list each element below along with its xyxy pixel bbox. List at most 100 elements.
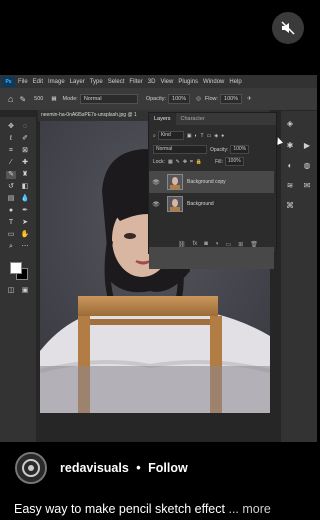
move-tool-icon[interactable]: ✥	[6, 123, 16, 131]
layers-panel-icon[interactable]: ◈	[284, 119, 296, 128]
gradient-tool-icon[interactable]: ▤	[6, 195, 16, 203]
shape-tool-icon[interactable]: ▭	[6, 231, 16, 239]
fill-select[interactable]: 100%	[224, 157, 244, 166]
type-tool-icon[interactable]: T	[6, 219, 16, 227]
layer-name[interactable]: Background	[187, 201, 214, 207]
layer-thumbnail	[167, 196, 183, 212]
flow-select[interactable]: 100%	[220, 94, 243, 104]
eyedropper-tool-icon[interactable]: ⁄	[6, 159, 16, 167]
eraser-tool-icon[interactable]: ◧	[20, 183, 30, 191]
right-panel-dock: ◈ ▶ ✱ ◐ ◍ ≋ ✉ ⌘	[281, 111, 317, 442]
photoshop-logo: Ps	[2, 76, 15, 87]
group-icon[interactable]: ▭	[226, 241, 232, 248]
menu-view[interactable]: View	[160, 79, 173, 85]
menu-filter[interactable]: Filter	[129, 79, 142, 85]
brush-settings-panel-icon[interactable]: ✱	[284, 141, 296, 150]
add-mask-icon[interactable]: ◙	[204, 241, 208, 248]
home-icon[interactable]: ⌂	[8, 94, 13, 104]
layer-thumbnail	[167, 174, 183, 190]
menu-edit[interactable]: Edit	[33, 79, 43, 85]
tab-character[interactable]: Character	[176, 113, 210, 125]
follow-button[interactable]: Follow	[148, 461, 188, 475]
layers-panel-tabs: Layers Character	[149, 113, 276, 125]
tab-layers[interactable]: Layers	[149, 113, 176, 125]
layer-name[interactable]: Background copy	[187, 179, 226, 185]
lock-row: Lock: ▦✎✥⌗🔒 Fill: 100%	[153, 157, 247, 166]
layer-row[interactable]: 👁 Background	[149, 193, 274, 215]
photoshop-window: Ps File Edit Image Layer Type Select Fil…	[0, 75, 317, 442]
hand-tool-icon[interactable]: ✋	[20, 231, 30, 239]
menu-select[interactable]: Select	[108, 79, 125, 85]
options-bar: ⌂ ✎ 500 ▦ Mode: Normal Opacity: 100% ◎ F…	[0, 88, 317, 110]
flow-label: Flow:	[204, 96, 219, 102]
brush-tool-icon[interactable]: ✎	[6, 171, 16, 179]
paths-icon[interactable]: ⌘	[284, 201, 296, 210]
adjustment-layer-icon[interactable]: ◑	[215, 241, 219, 248]
airbrush-icon[interactable]: ✈	[247, 96, 252, 102]
pressure-opacity-icon[interactable]: ◎	[196, 96, 201, 102]
layer-opacity-select[interactable]: 100%	[230, 145, 250, 154]
avatar-image	[17, 454, 45, 482]
eye-icon[interactable]: 👁	[151, 179, 161, 186]
avatar[interactable]	[15, 452, 47, 484]
zoom-tool-icon[interactable]: ⌕	[6, 243, 16, 251]
lock-icons[interactable]: ▦✎✥⌗🔒	[168, 159, 205, 165]
menu-3d[interactable]: 3D	[148, 79, 156, 85]
channels-icon[interactable]: ≋	[284, 181, 296, 190]
quick-select-icon[interactable]: ✐	[20, 135, 30, 143]
kind-filter-select[interactable]: Kind	[157, 131, 184, 140]
history-brush-icon[interactable]: ↺	[6, 183, 16, 191]
more-tools-icon[interactable]: ⋯	[20, 243, 30, 251]
brush-size-value[interactable]: 500	[34, 96, 43, 102]
tools-panel: ✥ ◌ ℓ ✐ ⌗ ⊠ ⁄ ✚ ✎ ♜ ↺ ◧ ▤ 💧 ● ✒ T ➤ ▭ ✋ …	[0, 117, 36, 442]
heal-tool-icon[interactable]: ✚	[20, 159, 30, 167]
blend-mode-select[interactable]: Normal	[153, 145, 207, 154]
menu-file[interactable]: File	[18, 79, 28, 85]
play-icon[interactable]: ▶	[301, 141, 313, 150]
link-layers-icon[interactable]: ⛓	[178, 241, 186, 248]
stamp-tool-icon[interactable]: ♜	[20, 171, 30, 179]
adjustments-icon[interactable]: ◐	[284, 161, 296, 170]
trash-icon[interactable]: 🗑	[250, 241, 258, 248]
layer-row[interactable]: 👁 Background copy	[149, 171, 274, 193]
mode-select[interactable]: Normal	[79, 94, 138, 104]
blur-tool-icon[interactable]: 💧	[20, 195, 30, 203]
username[interactable]: redavisuals	[60, 461, 129, 475]
marquee-tool-icon[interactable]: ◌	[20, 123, 30, 131]
menu-image[interactable]: Image	[48, 79, 65, 85]
filter-icons[interactable]: ▣◐T▭◈●	[187, 133, 227, 139]
caption-text: Easy way to make pencil sketch effect	[14, 502, 225, 516]
fx-icon[interactable]: fx	[193, 241, 198, 248]
separator: •	[136, 461, 141, 475]
fill-label: Fill:	[215, 158, 223, 165]
dodge-tool-icon[interactable]: ●	[6, 207, 16, 215]
opacity-select[interactable]: 100%	[168, 94, 191, 104]
brush-tool-icon[interactable]: ✎	[19, 95, 26, 104]
opacity-label: Opacity:	[145, 96, 167, 102]
lasso-tool-icon[interactable]: ℓ	[6, 135, 16, 143]
eye-icon[interactable]: 👁	[151, 201, 161, 208]
menu-window[interactable]: Window	[203, 79, 224, 85]
new-layer-icon[interactable]: ⊞	[238, 241, 243, 248]
color-panel-icon[interactable]: ◍	[301, 161, 313, 170]
foreground-color-swatch[interactable]	[10, 262, 22, 274]
kind-filter-row: ⌕ Kind ▣◐T▭◈●	[153, 131, 227, 140]
post-caption: Easy way to make pencil sketch effect ..…	[14, 502, 271, 516]
path-select-icon[interactable]: ➤	[20, 219, 30, 227]
brush-settings-icon[interactable]: ▦	[51, 96, 56, 102]
frame-tool-icon[interactable]: ⊠	[20, 147, 30, 155]
menu-type[interactable]: Type	[90, 79, 103, 85]
menu-layer[interactable]: Layer	[70, 79, 85, 85]
mute-button[interactable]	[272, 12, 304, 44]
menu-help[interactable]: Help	[229, 79, 241, 85]
more-link[interactable]: ... more	[228, 502, 270, 516]
menu-bar: Ps File Edit Image Layer Type Select Fil…	[0, 75, 317, 88]
properties-icon[interactable]: ✉	[301, 181, 313, 190]
pen-tool-icon[interactable]: ✒	[20, 207, 30, 215]
layer-row-background-copy[interactable]	[149, 247, 274, 269]
quick-mask-icon[interactable]: ◫	[6, 287, 16, 295]
crop-tool-icon[interactable]: ⌗	[6, 147, 16, 155]
screen-mode-icon[interactable]: ▣	[20, 287, 30, 295]
menu-plugins[interactable]: Plugins	[178, 79, 198, 85]
layers-footer: ⛓ fx ◙ ◑ ▭ ⊞ 🗑	[178, 241, 258, 248]
